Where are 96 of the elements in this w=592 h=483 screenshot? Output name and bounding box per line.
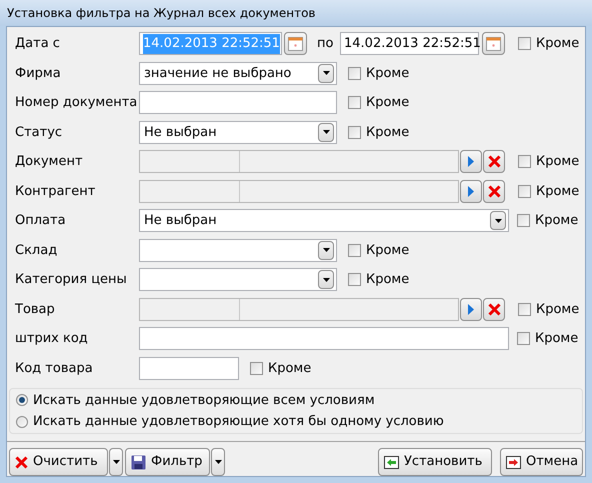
close-icon xyxy=(488,302,500,316)
checkbox[interactable] xyxy=(518,184,531,198)
radio-button[interactable] xyxy=(16,416,28,428)
checkbox[interactable] xyxy=(518,302,531,316)
select-field[interactable]: значение не выбрано xyxy=(139,62,337,85)
select-field[interactable]: Не выбран xyxy=(139,209,509,232)
checkbox-label: Кроме xyxy=(366,271,410,289)
field-label: штрих код xyxy=(15,330,89,348)
checkbox-label: Кроме xyxy=(535,212,578,230)
clear-button[interactable] xyxy=(483,298,505,321)
field-label: Фирма xyxy=(15,64,62,82)
checkbox[interactable] xyxy=(518,155,531,168)
dropdown-button[interactable] xyxy=(109,448,123,476)
radio-label: Искать данные удовлетворяющие всем условиям xyxy=(33,392,375,410)
apply-button[interactable]: Установить xyxy=(378,448,492,476)
field-label: Товар xyxy=(15,300,56,318)
checkbox[interactable] xyxy=(517,214,530,228)
checkbox-label: Кроме xyxy=(536,35,580,53)
field-label: Документ xyxy=(15,153,84,171)
select-value: значение не выбрано xyxy=(144,64,292,82)
checkbox-label: Кроме xyxy=(536,300,580,318)
select-button[interactable] xyxy=(460,180,482,203)
dropdown-button[interactable] xyxy=(318,122,334,142)
close-icon xyxy=(488,184,500,198)
input-field[interactable] xyxy=(139,327,509,350)
field-label: Номер документа xyxy=(15,94,138,112)
caret-icon xyxy=(112,460,120,464)
checkbox[interactable] xyxy=(348,273,361,286)
lookup-field[interactable] xyxy=(139,298,459,321)
select-button[interactable] xyxy=(460,298,482,321)
clear-button[interactable] xyxy=(483,180,505,203)
input-field[interactable] xyxy=(139,91,337,114)
lookup-field[interactable] xyxy=(139,180,459,203)
checkbox-label: Кроме xyxy=(366,64,410,82)
clear-button[interactable] xyxy=(483,150,505,174)
radio-label: Искать данные удовлетворяющие хотя бы одному условию xyxy=(33,413,444,431)
caret-icon xyxy=(214,460,222,464)
checkbox-label: Кроме xyxy=(535,330,578,348)
window-title: Установка фильтра на Журнал всех документов xyxy=(7,5,316,22)
checkbox-label: Кроме xyxy=(268,360,312,378)
checkbox[interactable] xyxy=(348,96,361,110)
field-label: Склад xyxy=(15,242,58,260)
field-label: Оплата xyxy=(15,212,67,230)
calendar-icon xyxy=(288,36,303,51)
select-value: Не выбран xyxy=(144,212,217,230)
dropdown-button[interactable] xyxy=(318,240,334,260)
play-icon xyxy=(468,186,474,197)
filter-button[interactable]: Фильтр xyxy=(125,448,210,476)
select-field[interactable] xyxy=(139,268,337,292)
clear-button[interactable]: Очистить xyxy=(9,448,108,476)
select-field[interactable] xyxy=(139,238,337,262)
lookup-field[interactable] xyxy=(139,150,459,174)
checkbox[interactable] xyxy=(348,244,361,257)
dropdown-button[interactable] xyxy=(490,211,506,230)
dropdown-button[interactable] xyxy=(318,270,334,290)
calendar-button[interactable] xyxy=(482,32,505,56)
to-label: по xyxy=(317,35,334,53)
select-value: Не выбран xyxy=(144,124,217,142)
input-field[interactable] xyxy=(139,356,239,380)
dropdown-button[interactable] xyxy=(211,448,225,476)
radio-button[interactable] xyxy=(16,394,28,406)
checkbox[interactable] xyxy=(348,66,361,80)
play-icon xyxy=(468,304,474,315)
checkbox-label: Кроме xyxy=(536,153,580,171)
checkbox-label: Кроме xyxy=(366,124,410,142)
field-label: Дата с xyxy=(15,35,61,53)
close-icon xyxy=(15,456,28,468)
caret-icon xyxy=(322,248,330,252)
checkbox-label: Кроме xyxy=(536,182,580,200)
select-field[interactable]: Не выбран xyxy=(139,120,337,144)
play-icon xyxy=(468,156,474,168)
dropdown-button[interactable] xyxy=(318,64,334,83)
calendar-icon xyxy=(486,36,501,51)
cancel-button[interactable]: Отмена xyxy=(500,448,583,476)
caret-icon xyxy=(322,71,330,76)
caret-icon xyxy=(494,218,502,223)
caret-icon xyxy=(322,278,330,282)
close-icon xyxy=(488,155,500,168)
select-button[interactable] xyxy=(460,150,482,174)
enter-icon xyxy=(384,456,399,468)
checkbox-label: Кроме xyxy=(366,94,410,112)
checkbox[interactable] xyxy=(518,37,531,50)
checkbox-label: Кроме xyxy=(366,242,410,260)
date-value: 14.02.2013 22:52:51 xyxy=(143,34,280,54)
date-field[interactable]: 14.02.2013 22:52:51 xyxy=(340,32,479,56)
field-label: Контрагент xyxy=(15,182,96,200)
field-label: Статус xyxy=(15,124,64,142)
field-label: Код товара xyxy=(15,360,94,378)
calendar-button[interactable] xyxy=(284,32,307,56)
checkbox[interactable] xyxy=(517,332,530,346)
caret-icon xyxy=(322,130,330,134)
date-value: 14.02.2013 22:52:51 xyxy=(344,35,481,53)
exit-icon xyxy=(506,456,521,468)
checkbox[interactable] xyxy=(348,126,361,139)
checkbox[interactable] xyxy=(250,362,263,375)
field-label: Категория цены xyxy=(15,271,128,289)
